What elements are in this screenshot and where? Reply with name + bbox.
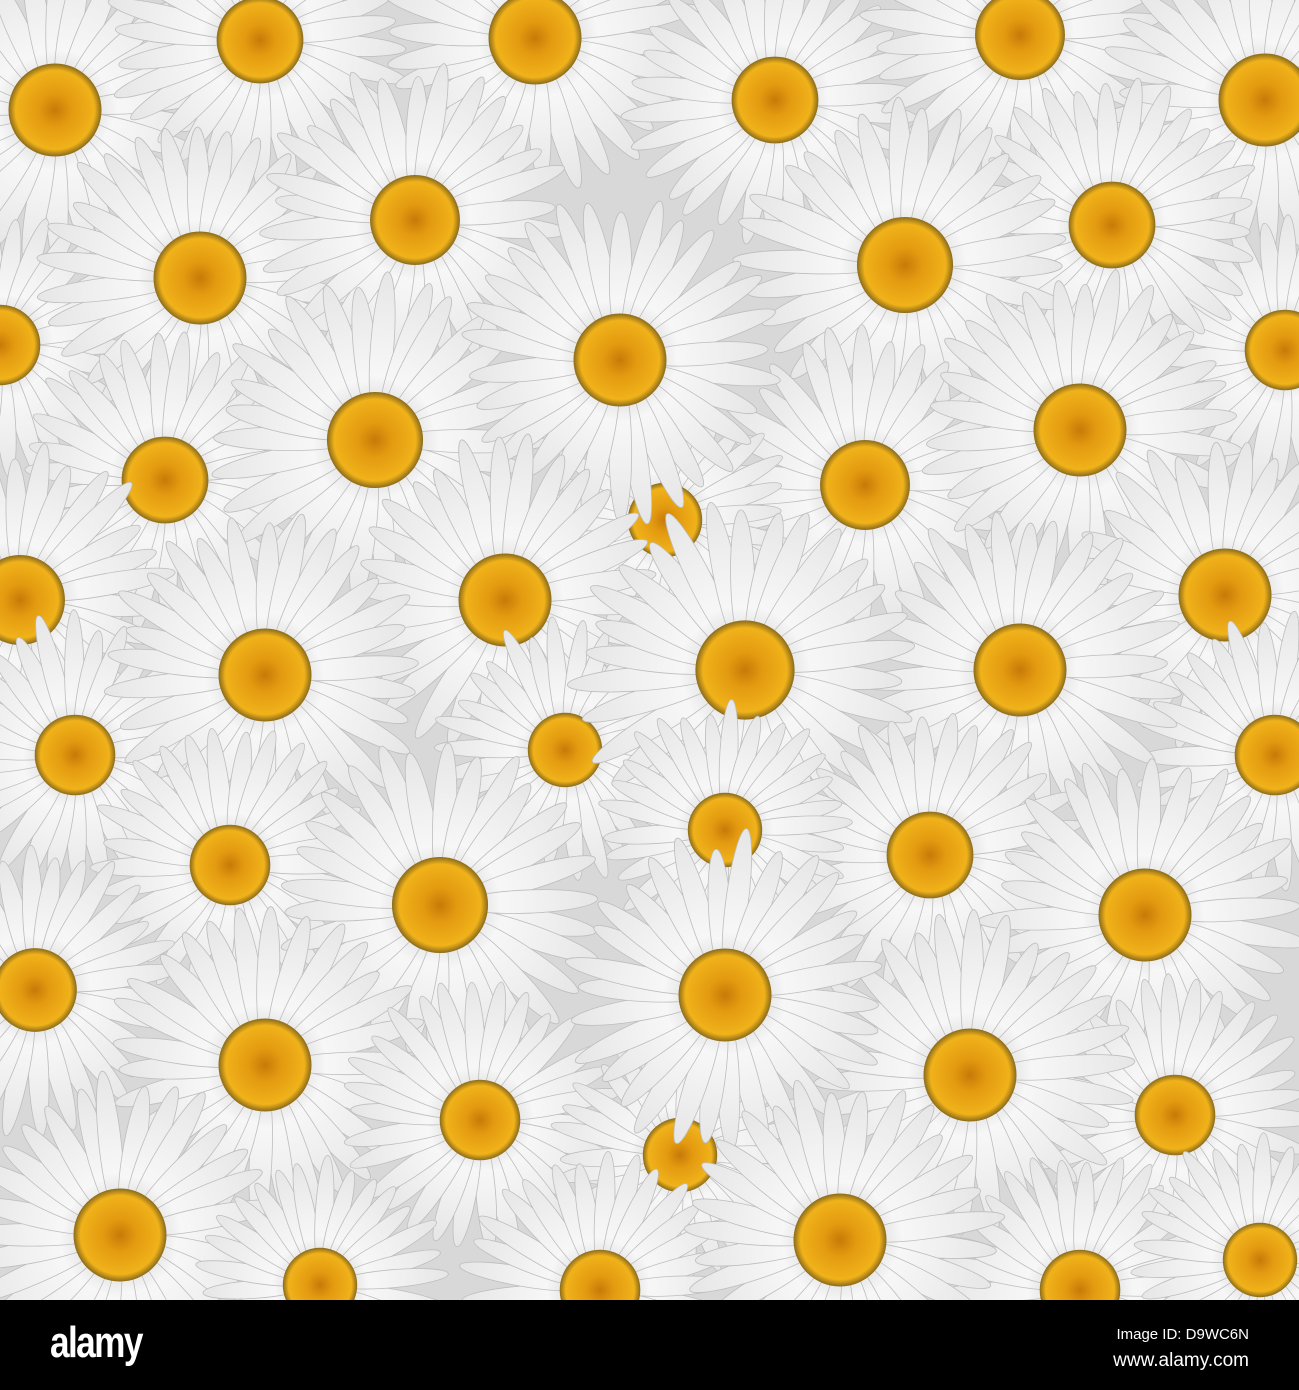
watermark-footer: alamy Image ID: D9WC6N www.alamy.com xyxy=(0,1300,1299,1390)
daisy-photo xyxy=(0,0,1299,1300)
alamy-logo: alamy xyxy=(50,1318,143,1367)
stock-photo: alamy Image ID: D9WC6N www.alamy.com xyxy=(0,0,1299,1390)
image-id: Image ID: D9WC6N xyxy=(1116,1326,1249,1343)
website-url: www.alamy.com xyxy=(1113,1350,1249,1371)
